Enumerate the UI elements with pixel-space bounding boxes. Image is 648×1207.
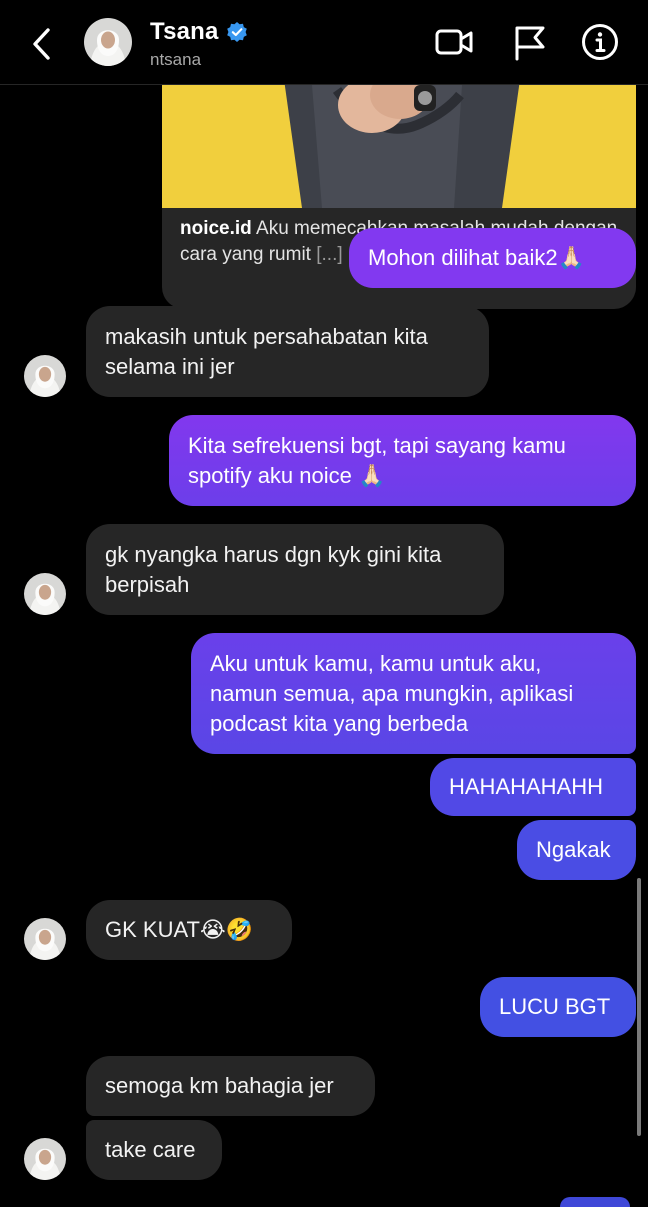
message-bubble-outgoing[interactable]: Mohon dilihat baik2🙏🏻 xyxy=(349,228,636,288)
avatar[interactable] xyxy=(24,355,66,397)
message-bubble-incoming[interactable]: makasih untuk persahabatan kita selama i… xyxy=(86,306,489,397)
link-more: [...] xyxy=(316,244,343,265)
link-source: noice.id xyxy=(180,218,252,239)
avatar[interactable] xyxy=(24,1138,66,1180)
info-icon[interactable] xyxy=(580,22,620,62)
avatar[interactable] xyxy=(24,918,66,960)
contact-username: ntsana xyxy=(150,50,202,69)
message-thread[interactable]: noice.id Aku memecahkan masalah mudah de… xyxy=(0,85,648,1200)
message-bubble-incoming[interactable]: gk nyangka harus dgn kyk gini kita berpi… xyxy=(86,524,504,615)
message-bubble-outgoing[interactable]: HAHAHAHAHH xyxy=(430,758,636,816)
avatar[interactable] xyxy=(84,18,132,66)
message-bubble-outgoing[interactable]: Ngakak xyxy=(517,820,636,880)
link-preview-image xyxy=(162,85,636,208)
flag-icon[interactable] xyxy=(510,22,550,62)
back-arrow-icon[interactable] xyxy=(26,24,60,64)
message-bubble-outgoing[interactable]: Kita sefrekuensi bgt, tapi sayang kamu s… xyxy=(169,415,636,506)
message-bubble-incoming[interactable]: take care xyxy=(86,1120,222,1180)
video-call-icon[interactable] xyxy=(434,22,474,62)
message-bubble-incoming[interactable]: GK KUAT😭🤣 xyxy=(86,900,292,960)
message-bubble-outgoing[interactable]: Aku untuk kamu, kamu untuk aku, namun se… xyxy=(191,633,636,754)
message-bubble-outgoing[interactable]: LUCU BGT xyxy=(480,977,636,1037)
chat-header: Tsana ntsana xyxy=(0,0,648,85)
message-bubble-incoming[interactable]: semoga km bahagia jer xyxy=(86,1056,375,1116)
avatar[interactable] xyxy=(24,573,66,615)
contact-name[interactable]: Tsana xyxy=(150,18,219,46)
scrollbar[interactable] xyxy=(637,878,641,1136)
verified-badge-icon xyxy=(226,21,248,43)
message-bubble-outgoing-partial xyxy=(560,1197,630,1207)
